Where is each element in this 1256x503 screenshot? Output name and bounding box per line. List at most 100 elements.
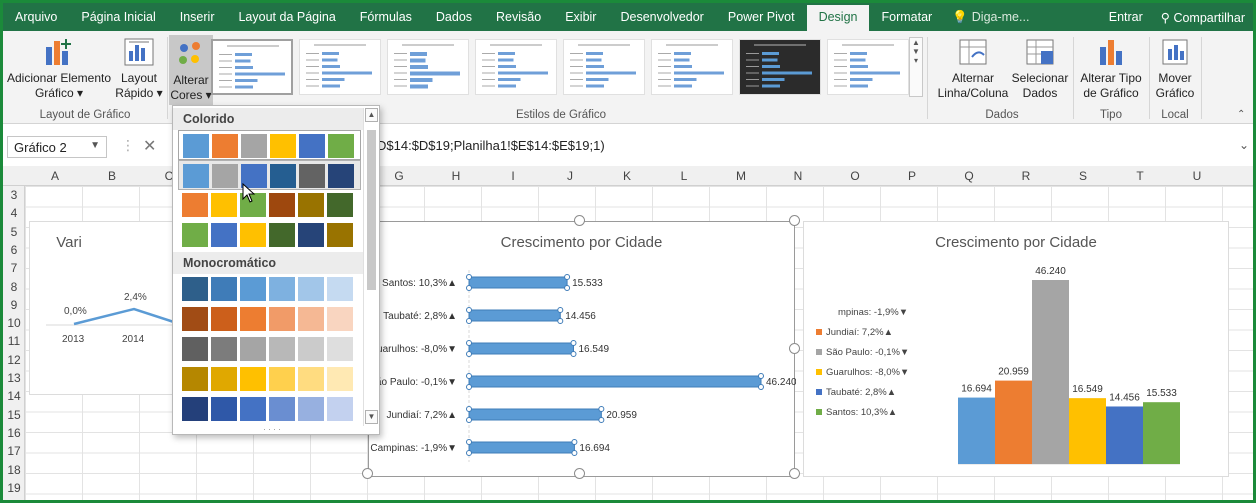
tab-arquivo[interactable]: Arquivo [3,3,69,31]
row-header[interactable]: 4 [3,206,25,220]
row-header[interactable]: 7 [3,261,25,275]
column-header[interactable]: L [674,169,694,183]
quick-layout-button[interactable]: Layout Rápido ▾ [113,37,165,101]
row-header[interactable]: 16 [3,426,25,440]
sign-in-link[interactable]: Entrar [1109,10,1143,24]
column-bar[interactable] [1143,402,1180,464]
chart-style-thumbnail[interactable] [651,39,733,95]
color-palette-option[interactable] [178,220,361,250]
column-header[interactable]: A [45,169,65,183]
tab-inserir[interactable]: Inserir [168,3,227,31]
bar-selection-handle[interactable] [466,384,472,390]
column-bar[interactable] [958,397,995,464]
color-palette-option[interactable] [178,130,361,160]
resize-handle[interactable] [789,468,800,479]
bar-selection-handle[interactable] [758,384,764,390]
scroll-down-icon[interactable]: ▼ [365,410,378,424]
column-header[interactable]: I [503,169,523,183]
column-header[interactable]: Q [959,169,979,183]
column-bar[interactable] [995,380,1032,464]
color-palette-option[interactable] [178,190,361,220]
row-header[interactable]: 15 [3,408,25,422]
bar-selection-handle[interactable] [466,439,472,445]
legend-entry[interactable]: São Paulo: -0,1%▼ [826,347,909,358]
column-header[interactable]: T [1130,169,1150,183]
column-header[interactable]: R [1016,169,1036,183]
bar-selection-handle[interactable] [466,318,472,324]
tab-power-pivot[interactable]: Power Pivot [716,3,807,31]
column-header[interactable]: K [617,169,637,183]
select-data-button[interactable]: Selecionar Dados [1009,37,1071,101]
resize-handle[interactable] [789,343,800,354]
gallery-scroll[interactable]: ▲ ▼ ▾ [909,37,923,97]
legend-entry[interactable]: Guarulhos: -8,0%▼ [826,367,909,378]
bar-selection-handle[interactable] [758,373,764,379]
color-palette-option[interactable] [178,364,361,394]
bar-selection-handle[interactable] [557,307,564,313]
column-bar[interactable] [1069,398,1106,464]
color-palette-option[interactable] [178,334,361,364]
tab-layout-da-p-gina[interactable]: Layout da Página [226,3,347,31]
column-header[interactable]: O [845,169,865,183]
bar[interactable] [468,309,561,322]
bar[interactable] [468,342,575,355]
legend-entry[interactable]: Santos: 10,3%▲ [826,407,897,418]
expand-formula-icon[interactable]: ⌄ [1239,138,1249,152]
chart-style-thumbnail[interactable] [475,39,557,95]
bar-selection-handle[interactable] [571,450,578,456]
column-header[interactable]: M [731,169,751,183]
switch-row-column-button[interactable]: Alternar Linha/Coluna [933,37,1013,101]
name-box[interactable]: Gráfico 2 ▼ [7,136,107,158]
chart-style-thumbnail[interactable] [827,39,909,95]
bar-selection-handle[interactable] [570,351,577,357]
share-button[interactable]: ⚲ Compartilhar [1161,10,1245,25]
bar[interactable] [468,408,602,421]
resize-handle[interactable] [574,215,585,226]
resize-handle[interactable] [574,468,585,479]
bar[interactable] [468,441,575,454]
bar[interactable] [468,375,762,388]
bar-selection-handle[interactable] [564,274,571,280]
tab-f-rmulas[interactable]: Fórmulas [348,3,424,31]
collapse-ribbon-icon[interactable]: ⌃ [1237,109,1245,120]
chart-style-thumbnail[interactable] [211,39,293,95]
column-header[interactable]: G [389,169,409,183]
tab-formatar[interactable]: Formatar [869,3,944,31]
color-palette-option[interactable] [178,160,361,190]
tab-dados[interactable]: Dados [424,3,484,31]
bar-chart[interactable]: Crescimento por Cidade Santos: 10,3%▲ 15.… [368,221,796,477]
legend-entry[interactable]: mpinas: -1,9%▼ [838,307,908,318]
row-header[interactable]: 20 [3,499,25,500]
bar-selection-handle[interactable] [466,340,472,346]
bar-selection-handle[interactable] [466,417,472,423]
tab-design[interactable]: Design [806,5,870,31]
change-colors-button[interactable]: Alterar Cores ▾ [169,35,213,105]
tab-desenvolvedor[interactable]: Desenvolvedor [608,3,715,31]
column-header[interactable]: J [560,169,580,183]
color-palette-option[interactable] [178,394,361,424]
change-chart-type-button[interactable]: Alterar Tipo de Gráfico [1075,37,1147,101]
resize-handle[interactable] [362,468,373,479]
add-chart-element-button[interactable]: Adicionar Elemento Gráfico ▾ [5,37,113,101]
bar-selection-handle[interactable] [570,340,577,346]
column-header[interactable]: S [1073,169,1093,183]
row-header[interactable]: 14 [3,389,25,403]
bar-selection-handle[interactable] [571,439,578,445]
chart-style-thumbnail[interactable] [299,39,381,95]
bar-selection-handle[interactable] [466,307,472,313]
bar-selection-handle[interactable] [466,406,472,412]
bar-selection-handle[interactable] [466,450,472,456]
legend-entry[interactable]: Taubaté: 2,8%▲ [826,387,896,398]
row-header[interactable]: 18 [3,463,25,477]
move-chart-button[interactable]: Mover Gráfico [1151,37,1199,101]
tab-p-gina-inicial[interactable]: Página Inicial [69,3,167,31]
chart-style-thumbnail[interactable] [563,39,645,95]
row-header[interactable]: 13 [3,371,25,385]
bar-selection-handle[interactable] [466,373,472,379]
chart-style-thumbnail[interactable] [387,39,469,95]
row-header[interactable]: 9 [3,298,25,312]
column-header[interactable]: U [1187,169,1207,183]
tab-revis-o[interactable]: Revisão [484,3,553,31]
bar-selection-handle[interactable] [598,406,605,412]
column-header[interactable]: B [102,169,122,183]
